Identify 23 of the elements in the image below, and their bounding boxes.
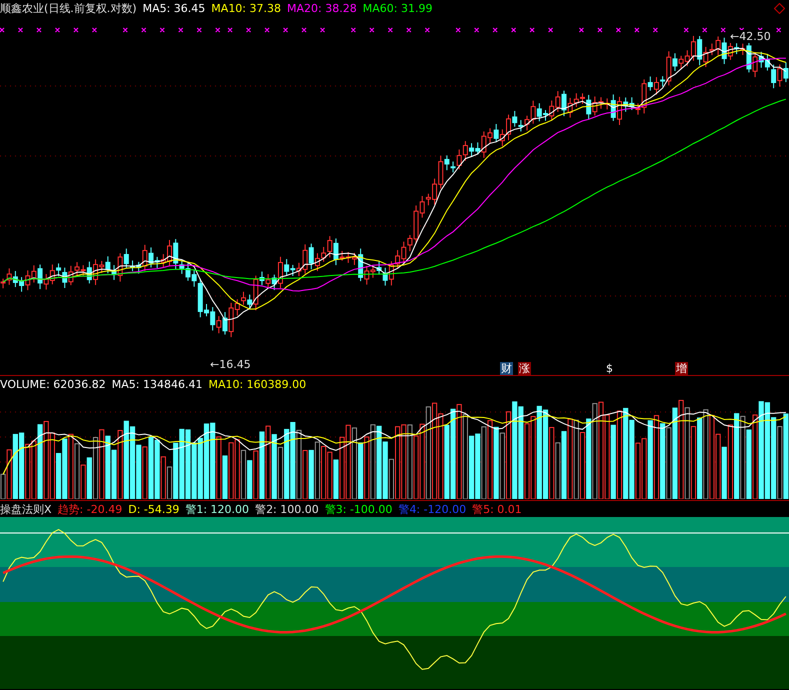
volume-reading: MA5: 134846.41 bbox=[112, 378, 202, 390]
indicator-reading: 警2: 100.00 bbox=[255, 502, 319, 516]
indicator-reading: 趋势: -20.49 bbox=[58, 502, 122, 516]
indicator-reading: 警4: -120.00 bbox=[398, 502, 466, 516]
indicator-reading: 警3: -100.00 bbox=[324, 502, 392, 516]
diamond-icon bbox=[774, 3, 785, 14]
high-price-label: ←42.50 bbox=[730, 30, 771, 43]
ma-reading: MA20: 38.28 bbox=[287, 2, 357, 14]
event-tag: 增 bbox=[675, 362, 688, 375]
volume-reading: MA10: 160389.00 bbox=[208, 378, 306, 390]
volume-reading: VOLUME: 62036.82 bbox=[0, 378, 106, 390]
ma-reading: MA10: 37.38 bbox=[211, 2, 282, 14]
indicator-reading: 警1: 120.00 bbox=[185, 502, 250, 516]
event-tag: $ bbox=[605, 362, 614, 375]
event-tag: 涨 bbox=[518, 362, 531, 375]
stock-title: 顺鑫农业(日线.前复权.对数) bbox=[0, 0, 137, 16]
ma-reading: MA5: 36.45 bbox=[142, 2, 206, 14]
event-tag: 财 bbox=[500, 362, 513, 375]
indicator-title: 操盘法则X bbox=[0, 502, 52, 516]
low-price-label: ←16.45 bbox=[210, 358, 251, 371]
ma-reading: MA60: 31.99 bbox=[362, 2, 432, 14]
indicator-reading: 警5: 0.01 bbox=[472, 502, 522, 516]
indicator-reading: D: -54.39 bbox=[128, 502, 180, 516]
